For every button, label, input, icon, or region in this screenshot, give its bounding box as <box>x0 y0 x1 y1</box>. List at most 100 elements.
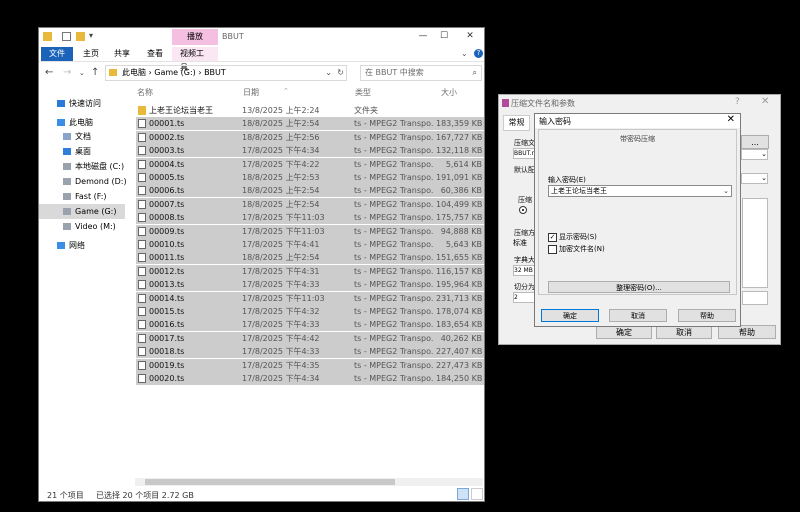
sidebar-item[interactable]: 快速访问 <box>39 96 125 111</box>
sidebar-item[interactable]: Video (M:) <box>39 219 125 234</box>
large-icons-view-icon[interactable] <box>471 488 483 500</box>
column-type[interactable]: 类型 <box>355 87 371 98</box>
file-row[interactable]: 00014.ts 17/8/2025 下午11:03 ts - MPEG2 Tran… <box>136 291 484 305</box>
sidebar-item[interactable]: 桌面 <box>39 144 125 159</box>
sidebar-item-label: 此电脑 <box>69 118 93 127</box>
file-row[interactable]: 00011.ts 18/8/2025 上午2:54 ts - MPEG2 Trans… <box>136 251 484 265</box>
sidebar-item[interactable]: Fast (F:) <box>39 189 125 204</box>
file-row[interactable]: 00018.ts 17/8/2025 下午4:33 ts - MPEG2 Trans… <box>136 345 484 359</box>
sidebar-item[interactable]: 本地磁盘 (C:) <box>39 159 125 174</box>
file-name: 00018.ts <box>149 347 185 357</box>
file-row[interactable]: 00019.ts 17/8/2025 下午4:35 ts - MPEG2 Trans… <box>136 358 484 372</box>
sidebar-item[interactable]: 网络 <box>39 238 125 253</box>
format-radio[interactable] <box>519 206 527 214</box>
file-row[interactable]: 00008.ts 17/8/2025 下午11:03 ts - MPEG2 Tran… <box>136 211 484 225</box>
file-row[interactable]: 00005.ts 18/8/2025 上午2:53 ts - MPEG2 Trans… <box>136 171 484 184</box>
tab-view[interactable]: 查看 <box>139 47 171 61</box>
context-tab-play[interactable]: 播放 <box>172 29 218 45</box>
file-row[interactable]: 00013.ts 17/8/2025 下午4:33 ts - MPEG2 Trans… <box>136 278 484 292</box>
file-name: 00008.ts <box>149 213 185 223</box>
column-headers: ⌃ 名称 日期 类型 大小 <box>131 86 484 100</box>
file-row[interactable]: 00010.ts 17/8/2025 下午4:41 ts - MPEG2 Trans… <box>136 238 484 251</box>
file-name: 00015.ts <box>149 307 185 316</box>
scrollbar-thumb[interactable] <box>145 479 395 485</box>
recent-dropdown-icon[interactable]: ⌄ <box>79 69 85 77</box>
column-name[interactable]: 名称 <box>137 87 153 98</box>
password-input[interactable]: 上老王论坛当老王 ⌄ <box>548 185 732 197</box>
details-view-icon[interactable] <box>457 488 469 500</box>
tab-file[interactable]: 文件 <box>41 47 73 61</box>
archive-name-dropdown-icon[interactable]: ⌄ <box>741 149 768 160</box>
sidebar-item-label: Video (M:) <box>75 222 116 231</box>
file-name: 上老王论坛当老王 <box>149 106 213 115</box>
folder-row[interactable]: 上老王论坛当老王 13/8/2025 上午2:24 文件夹 <box>136 104 484 117</box>
close-button[interactable]: ✕ <box>460 30 480 42</box>
close-icon[interactable]: ✕ <box>761 96 769 107</box>
properties-icon[interactable] <box>62 32 71 41</box>
password-cancel-button[interactable]: 取消 <box>609 309 667 322</box>
checkmark-icon[interactable]: ✓ <box>548 232 557 242</box>
archive-ok-button[interactable]: 确定 <box>596 325 652 339</box>
password-value[interactable]: 上老王论坛当老王 <box>551 186 607 196</box>
refresh-icon[interactable]: ↻ <box>337 66 344 80</box>
help-icon[interactable]: ? <box>474 49 483 58</box>
compression-method-value[interactable]: 标准 <box>513 238 527 248</box>
search-box[interactable]: 在 BBUT 中搜索 ⌕ <box>360 65 482 81</box>
file-type: ts - MPEG2 Transpo... <box>354 240 434 249</box>
ribbon-expand-icon[interactable]: ⌄ <box>461 49 468 58</box>
horizontal-scrollbar[interactable] <box>135 478 483 486</box>
tab-general[interactable]: 常规 <box>503 115 530 131</box>
encrypt-names-checkbox[interactable]: 加密文件名(N) <box>548 244 605 254</box>
file-row[interactable]: 00016.ts 17/8/2025 下午4:33 ts - MPEG2 Trans… <box>136 318 484 332</box>
set-password-button[interactable] <box>742 291 768 305</box>
compression-method-label: 压缩方 <box>514 229 535 237</box>
password-help-button[interactable]: 帮助 <box>678 309 736 322</box>
video-file-icon <box>138 213 146 223</box>
minimize-button[interactable]: — <box>413 30 433 42</box>
forward-arrow-icon[interactable]: → <box>63 67 71 78</box>
address-dropdown-icon[interactable]: ⌄ <box>325 66 332 80</box>
tab-home[interactable]: 主页 <box>75 47 107 61</box>
column-size[interactable]: 大小 <box>441 87 457 98</box>
quick-access-dropdown-icon[interactable]: ▾ <box>89 31 93 40</box>
file-row[interactable]: 00017.ts 17/8/2025 下午4:42 ts - MPEG2 Trans… <box>136 331 484 345</box>
sidebar-item[interactable]: 文档 <box>39 129 125 144</box>
tab-video-tools[interactable]: 视频工具 <box>172 47 218 72</box>
maximize-button[interactable]: ☐ <box>434 30 454 42</box>
file-row[interactable]: 00003.ts 17/8/2025 下午4:34 ts - MPEG2 Trans… <box>136 144 484 158</box>
checkbox-box[interactable] <box>548 244 557 254</box>
archive-cancel-button[interactable]: 取消 <box>656 325 712 339</box>
archive-help-button[interactable]: 帮助 <box>718 325 776 339</box>
profile-dropdown-icon[interactable]: ⌄ <box>741 173 768 184</box>
file-row[interactable]: 00004.ts 17/8/2025 下午4:22 ts - MPEG2 Trans… <box>136 157 484 171</box>
new-folder-icon[interactable] <box>76 32 85 41</box>
search-input[interactable]: 在 BBUT 中搜索 <box>365 66 424 80</box>
sidebar-item[interactable]: Demond (D:) <box>39 174 127 189</box>
sidebar-item[interactable]: Game (G:) <box>39 204 125 219</box>
address-bar[interactable]: 此电脑 › Game (G:) › BBUT ⌄ ↻ <box>105 65 347 81</box>
sidebar-item[interactable]: 此电脑 <box>39 115 125 130</box>
file-row[interactable]: 00002.ts 18/8/2025 上午2:56 ts - MPEG2 Trans… <box>136 130 484 144</box>
close-icon[interactable]: ✕ <box>727 114 735 125</box>
show-password-checkbox[interactable]: ✓ 显示密码(S) <box>548 232 597 242</box>
back-arrow-icon[interactable]: ← <box>45 67 53 78</box>
search-icon[interactable]: ⌕ <box>473 66 477 80</box>
browse-button[interactable]: ... <box>741 135 769 149</box>
file-row[interactable]: 00012.ts 17/8/2025 下午4:31 ts - MPEG2 Trans… <box>136 264 484 278</box>
help-icon[interactable]: ? <box>735 97 740 107</box>
network-icon <box>57 242 65 249</box>
organize-passwords-button[interactable]: 整理密码(O)... <box>548 281 730 293</box>
file-row[interactable]: 00006.ts 18/8/2025 上午2:54 ts - MPEG2 Trans… <box>136 184 484 198</box>
password-ok-button[interactable]: 确定 <box>541 309 599 322</box>
password-dropdown-icon[interactable]: ⌄ <box>723 186 729 196</box>
file-row[interactable]: 00001.ts 18/8/2025 上午2:54 ts - MPEG2 Trans… <box>136 117 484 131</box>
file-row[interactable]: 00020.ts 17/8/2025 下午4:34 ts - MPEG2 Trans… <box>136 372 484 385</box>
file-row[interactable]: 00009.ts 17/8/2025 下午11:03 ts - MPEG2 Tran… <box>136 224 484 238</box>
tab-share[interactable]: 共享 <box>106 47 138 61</box>
column-date[interactable]: 日期 <box>243 87 259 98</box>
file-row[interactable]: 00007.ts 18/8/2025 上午2:54 ts - MPEG2 Trans… <box>136 197 484 211</box>
file-row[interactable]: 00015.ts 17/8/2025 下午4:32 ts - MPEG2 Trans… <box>136 305 484 318</box>
breadcrumb[interactable]: 此电脑 › Game (G:) › BBUT <box>122 66 226 80</box>
sidebar-item-label: 本地磁盘 (C:) <box>75 162 125 171</box>
up-arrow-icon[interactable]: ↑ <box>91 67 99 78</box>
